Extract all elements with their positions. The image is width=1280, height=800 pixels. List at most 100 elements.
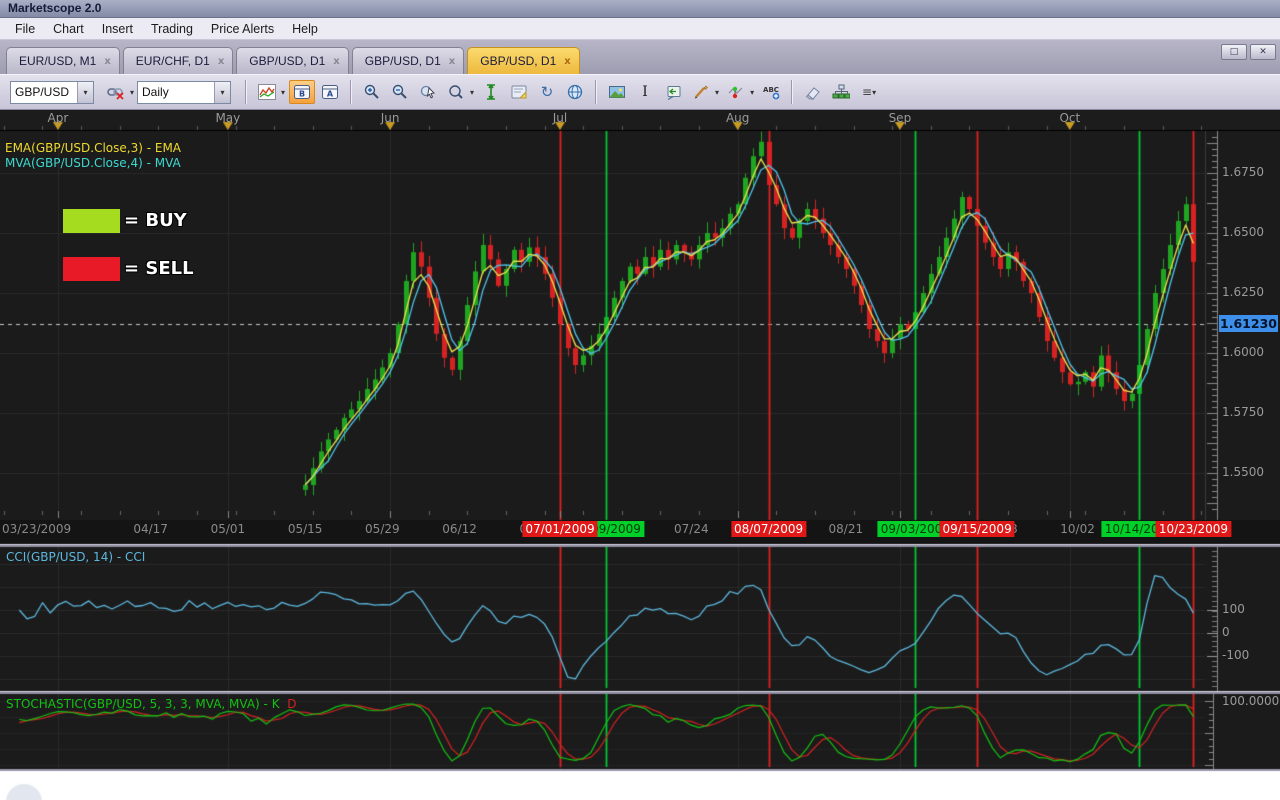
hierarchy-icon (832, 84, 850, 101)
period-combo[interactable]: Daily ▾ (137, 81, 231, 104)
chart-type-button[interactable] (254, 80, 280, 104)
tab-label: GBP/USD, D1 (249, 54, 325, 68)
tab-strip: EUR/USD, M1xEUR/CHF, D1xGBP/USD, D1xGBP/… (0, 40, 1280, 74)
abc-label-icon: ABC (761, 84, 781, 101)
buy-swatch (63, 209, 120, 233)
menu-price-alerts[interactable]: Price Alerts (202, 20, 283, 38)
price-axis-label: 1.6500 (1222, 225, 1264, 239)
date-axis-label: 05/01 (211, 522, 246, 536)
callout-icon (664, 84, 682, 100)
chart-type-icon (258, 84, 276, 100)
more-icon: ≡ (862, 85, 872, 99)
cci-axis-label: -100 (1222, 648, 1249, 662)
menu-file[interactable]: File (6, 20, 44, 38)
globe-icon (566, 84, 584, 101)
flip-chart-button[interactable]: ↻ (534, 80, 560, 104)
menu-insert[interactable]: Insert (93, 20, 142, 38)
month-label: Sep (883, 111, 917, 125)
sell-signal-date-label: 09/15/2009 (940, 521, 1015, 537)
zoom-range-button[interactable] (443, 80, 469, 104)
chevron-down-icon[interactable]: ▾ (214, 82, 230, 103)
svg-text:B: B (299, 90, 305, 99)
month-label: Jun (373, 111, 407, 125)
date-axis-label: 05/15 (288, 522, 323, 536)
measure-tool-button[interactable] (478, 80, 504, 104)
chart-type-caret-icon[interactable]: ▾ (281, 88, 285, 97)
callout-button[interactable] (660, 80, 686, 104)
menu-help[interactable]: Help (283, 20, 327, 38)
stochastic-d-label: D (287, 697, 296, 711)
tab-0[interactable]: EUR/USD, M1 x (6, 47, 120, 74)
price-axis-label: 1.6000 (1222, 345, 1264, 359)
stochastic-panel-label: STOCHASTIC(GBP/USD, 5, 3, 3, MVA, MVA) -… (6, 697, 296, 711)
tab-3[interactable]: GBP/USD, D1 x (352, 47, 464, 74)
restore-button[interactable]: □ (1221, 44, 1247, 60)
object-tree-button[interactable] (828, 80, 854, 104)
ask-view-icon: A (321, 84, 339, 100)
zoom-range-icon (447, 84, 465, 101)
add-indicator-caret-icon[interactable]: ▾ (750, 88, 754, 97)
tab-label: GBP/USD, D1 (365, 54, 441, 68)
zoom-select-icon (419, 84, 437, 101)
cci-axis-label: 100 (1222, 602, 1245, 616)
bid-view-button[interactable]: B (289, 80, 315, 104)
date-axis-label: 07/24 (674, 522, 709, 536)
month-label: Jul (543, 111, 577, 125)
tab-close-icon[interactable]: x (449, 56, 455, 67)
tab-1[interactable]: EUR/CHF, D1x (123, 47, 233, 74)
draw-line-button[interactable] (688, 80, 714, 104)
tab-label: EUR/USD, M1 (19, 54, 96, 68)
tab-label: GBP/USD, D1 (480, 54, 556, 68)
menu-trading[interactable]: Trading (142, 20, 202, 38)
marketscope-window: Marketscope 2.0 File Chart Insert Tradin… (0, 0, 1280, 800)
tab-close-icon[interactable]: x (333, 56, 339, 67)
eraser-button[interactable] (800, 80, 826, 104)
zoom-select-button[interactable] (415, 80, 441, 104)
sell-signal-date-label: 08/07/2009 (731, 521, 806, 537)
flip-chart-icon: ↻ (541, 83, 554, 101)
text-tool-button[interactable]: I (632, 80, 658, 104)
zoom-out-button[interactable] (387, 80, 413, 104)
tab-close-icon[interactable]: x (104, 56, 110, 67)
month-label: Oct (1053, 111, 1087, 125)
draw-line-caret-icon[interactable]: ▾ (715, 88, 719, 97)
label-tool-button[interactable]: ABC (758, 80, 784, 104)
zoom-in-icon (363, 84, 381, 101)
window-controls: □ ✕ (1221, 44, 1276, 60)
close-button[interactable]: ✕ (1250, 44, 1276, 60)
symbol-combo[interactable]: GBP/USD ▾ (10, 81, 94, 104)
toolbar: GBP/USD ▾ ▾ Daily ▾ ▾ B A (0, 74, 1280, 110)
sell-signal-date-label: 07/01/2009 (522, 521, 597, 537)
add-indicator-button[interactable] (723, 80, 749, 104)
price-axis-label: 1.5500 (1222, 465, 1264, 479)
unlink-caret-icon[interactable]: ▾ (130, 88, 134, 97)
tab-2[interactable]: GBP/USD, D1 x (236, 47, 348, 74)
month-label: May (211, 111, 245, 125)
tab-close-icon[interactable]: x (218, 56, 224, 67)
menu-bar: File Chart Insert Trading Price Alerts H… (0, 18, 1280, 40)
tab-close-icon[interactable]: x (564, 56, 570, 67)
stochastic-axis-top-label: 100.0000 (1222, 694, 1279, 708)
period-value: Daily (138, 85, 214, 99)
zoom-in-button[interactable] (359, 80, 385, 104)
title-bar[interactable]: Marketscope 2.0 (0, 0, 1280, 18)
text-cursor-icon: I (642, 84, 648, 100)
sell-swatch (63, 257, 120, 281)
menu-chart[interactable]: Chart (44, 20, 93, 38)
unlink-button[interactable] (103, 80, 129, 104)
zoom-range-caret-icon[interactable]: ▾ (470, 88, 474, 97)
note-button[interactable] (506, 80, 532, 104)
bid-view-icon: B (293, 84, 311, 100)
insert-image-button[interactable] (604, 80, 630, 104)
date-axis-label: 08/21 (829, 522, 864, 536)
web-button[interactable] (562, 80, 588, 104)
chevron-down-icon[interactable]: ▾ (77, 82, 93, 103)
date-axis-label: 03/23/2009 (2, 522, 71, 536)
cci-axis-label: 0 (1222, 625, 1230, 639)
ask-view-button[interactable]: A (317, 80, 343, 104)
month-label: Apr (41, 111, 75, 125)
zoom-out-icon (391, 84, 409, 101)
toolbar-overflow-button[interactable]: ≡▾ (856, 80, 882, 104)
tab-4-active[interactable]: GBP/USD, D1 x (467, 47, 579, 74)
image-icon (608, 84, 626, 100)
